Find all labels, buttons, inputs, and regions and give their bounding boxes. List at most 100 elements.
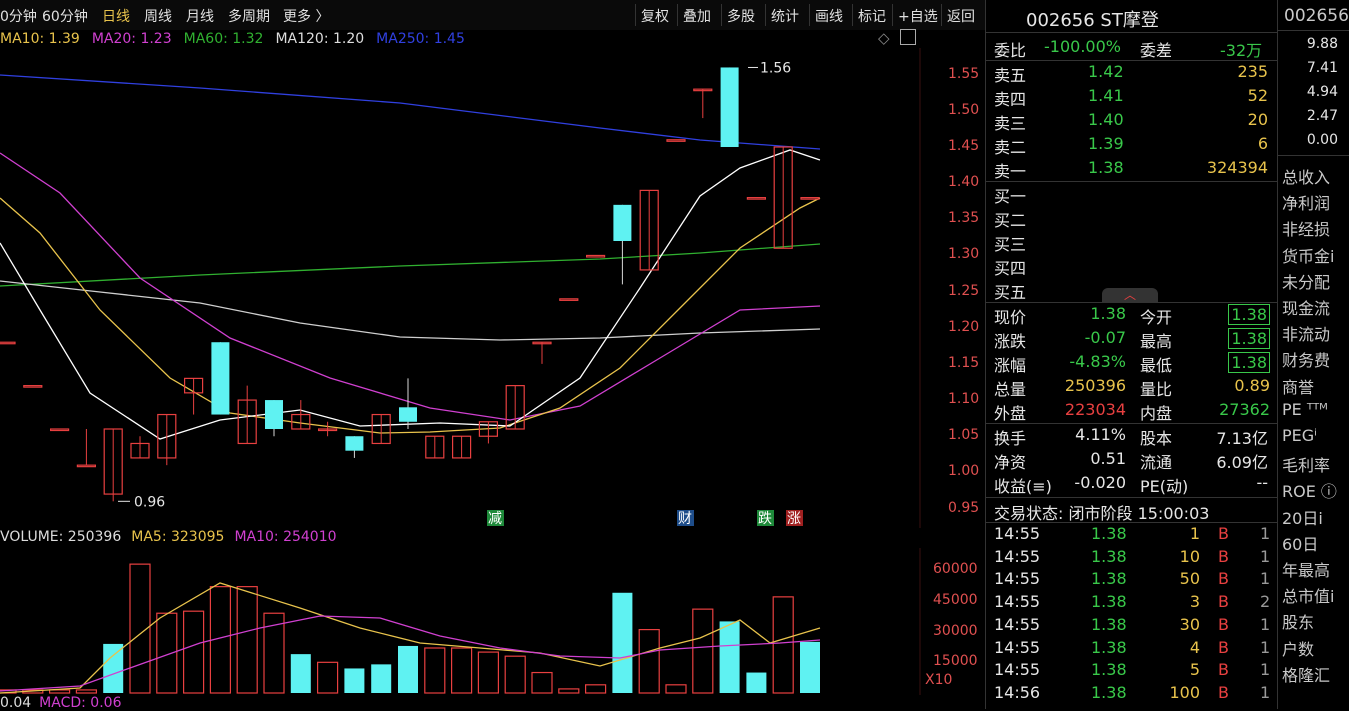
low-annotation: 0.96	[134, 494, 165, 510]
period-tab-2[interactable]: 日线	[102, 6, 130, 26]
fundamental-item[interactable]: 货币金i	[1282, 243, 1334, 267]
stat-value: -0.07	[1084, 328, 1126, 347]
stat-value: 0.89	[1234, 376, 1270, 395]
candle-body-down	[613, 204, 632, 241]
tick-price: 1.38	[1091, 569, 1127, 589]
tick-count: 1	[1260, 614, 1271, 634]
event-tag-text: 跌	[758, 511, 772, 527]
period-tab-5[interactable]: 多周期	[228, 6, 270, 26]
tick-direction: B	[1218, 524, 1229, 543]
fundamental-item[interactable]: 总市值i	[1282, 583, 1334, 607]
price-tick-label: 1.55	[948, 65, 980, 82]
fundamental-item[interactable]: PE ᵀᵀᴹ	[1282, 400, 1328, 419]
tick-time: 14:56	[994, 682, 1041, 702]
toolbar-button-1[interactable]: 叠加	[683, 6, 711, 26]
fundamental-item[interactable]: 毛利率	[1282, 452, 1330, 476]
fundamental-item[interactable]: 现金流	[1282, 295, 1330, 319]
fundamental-item[interactable]: 非流动	[1282, 321, 1330, 345]
ask-label: 卖三	[994, 114, 1027, 133]
high-annotation: 1.56	[760, 60, 791, 76]
fundamental-item[interactable]: 商誉	[1282, 374, 1314, 398]
tick-direction: B	[1218, 592, 1229, 612]
volume-bar-up	[236, 586, 258, 694]
diamond-icon[interactable]: ◇	[878, 29, 890, 47]
toolbar-button-6[interactable]: +自选	[898, 6, 938, 26]
volume-tick-label: 60000	[933, 561, 978, 578]
toolbar-button-5[interactable]: 标记	[858, 6, 886, 26]
tick-volume: 4	[1189, 637, 1200, 657]
tick-volume: 100	[1169, 682, 1200, 702]
fundamental-item[interactable]: 净利润	[1282, 190, 1330, 214]
fundamental-item[interactable]: 未分配	[1282, 269, 1330, 293]
stat-label: 总量	[994, 380, 1027, 399]
divider	[986, 60, 1278, 61]
tick-count: 2	[1260, 592, 1271, 612]
candle-body-up	[746, 197, 767, 200]
stat-value: 1.38	[1228, 304, 1270, 325]
toolbar-button-7[interactable]: 返回	[947, 6, 975, 26]
ma-legend-item: MA20: 1.23	[91, 31, 172, 47]
toolbar-separator	[765, 4, 766, 26]
ma-legend-item: MA120: 1.20	[275, 31, 365, 47]
fundamental-item[interactable]: ROE ⓘ	[1282, 478, 1337, 502]
fin-label: 股本	[1140, 429, 1173, 448]
tick-volume: 1	[1189, 524, 1200, 543]
toolbar-button-4[interactable]: 画线	[815, 6, 843, 26]
price-tick-label: 1.15	[948, 354, 980, 371]
fundamental-item[interactable]: 20日i	[1282, 505, 1323, 529]
ask-label: 卖二	[994, 138, 1027, 157]
ask-volume: 324394	[1206, 158, 1268, 177]
price-chart[interactable]: 1.56 0.96 减 财 跌涨	[0, 48, 985, 528]
tick-direction: B	[1218, 660, 1229, 680]
fundamental-item[interactable]: 非经损	[1282, 216, 1330, 240]
fundamental-item[interactable]: 股东	[1282, 609, 1314, 633]
event-tag-text: 财	[678, 511, 692, 527]
volume-bar-up	[584, 684, 607, 694]
collapse-button[interactable]: ︿	[1102, 288, 1158, 302]
period-tab-3[interactable]: 周线	[144, 6, 172, 26]
stat-label: 现价	[994, 308, 1027, 327]
fundamental-item[interactable]: PEGⁱ	[1282, 426, 1317, 445]
quote-panel: 002656 ST摩登 委比 -100.00% 委差 -32万 卖五 1.42 235 卖四 1.…	[985, 0, 1278, 709]
volume-bar-up	[558, 688, 580, 694]
toolbar-button-2[interactable]: 多股	[727, 6, 755, 26]
price-tick-label: 1.45	[948, 138, 980, 154]
fundamental-item[interactable]: 60日	[1282, 531, 1318, 555]
fundamental-item[interactable]: 格隆汇	[1282, 662, 1330, 686]
fundamentals-strip: 002656 9.88 7.41 4.94 2.47 0.00 总收入 净利润 非经损 货币金i 未…	[1277, 0, 1349, 709]
period-tab-6[interactable]: 更多 〉	[283, 6, 329, 26]
price-tick-label: 1.30	[948, 246, 980, 263]
ma10-line	[0, 197, 821, 434]
toolbar-separator	[809, 4, 810, 26]
fin-label: PE(动)	[1140, 477, 1189, 496]
far-axis-label: 2.47	[1306, 108, 1338, 124]
volume-chart[interactable]	[0, 548, 985, 695]
toolbar-separator	[852, 4, 853, 26]
fundamental-item[interactable]: 财务费	[1282, 347, 1330, 371]
volume-bar-down	[719, 621, 740, 693]
volume-bar-down	[398, 645, 418, 693]
stat-label: 最低	[1140, 356, 1173, 375]
tick-time: 14:55	[994, 614, 1041, 634]
ask-volume: 20	[1247, 110, 1268, 129]
candle-body-up	[800, 197, 820, 200]
period-tab-0[interactable]: 0分钟	[0, 6, 37, 26]
candle-body-up	[666, 139, 686, 142]
toolbar-button-0[interactable]: 复权	[641, 6, 669, 26]
ma20-line	[0, 152, 821, 421]
period-tab-1[interactable]: 60分钟	[42, 6, 88, 26]
candle-body-up	[559, 298, 579, 301]
fin-value: 4.11%	[1075, 425, 1126, 444]
layout-toggle-icon[interactable]	[900, 29, 916, 45]
bid-label: 买二	[994, 211, 1027, 230]
fundamental-item[interactable]: 年最高	[1282, 557, 1330, 581]
divider	[1278, 155, 1349, 156]
toolbar-button-3[interactable]: 统计	[771, 6, 799, 26]
fundamental-item[interactable]: 总收入	[1282, 164, 1330, 188]
volume-bar-up	[692, 608, 714, 694]
fundamental-item[interactable]: 户数	[1282, 636, 1314, 660]
tick-direction: B	[1218, 637, 1229, 657]
candle-body-down	[265, 400, 283, 429]
ma-legend-item: MA250: 1.45	[376, 31, 465, 47]
period-tab-4[interactable]: 月线	[186, 6, 214, 26]
